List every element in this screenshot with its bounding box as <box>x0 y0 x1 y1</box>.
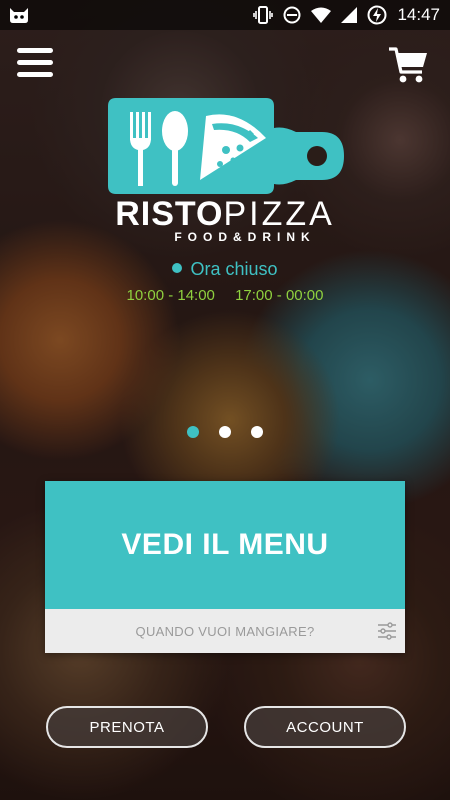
status-dot <box>172 263 183 273</box>
hours-dinner: 17:00 - 00:00 <box>235 287 324 304</box>
brand-tagline: FOOD&DRINK <box>174 230 316 244</box>
when-to-eat-selector[interactable]: QUANDO VUOI MANGIARE? <box>45 609 405 653</box>
when-to-eat-label: QUANDO VUOI MANGIARE? <box>135 623 315 639</box>
carousel-indicator <box>0 426 450 438</box>
status-bar: 14:47 <box>0 0 450 30</box>
brand-name-bold: RISTO <box>115 195 224 233</box>
battery-charging-icon <box>367 5 387 25</box>
ristopizza-logo <box>108 98 344 194</box>
wifi-icon <box>311 7 332 23</box>
shopping-cart-icon[interactable] <box>388 46 428 84</box>
open-status-text: Ora chiuso <box>190 259 278 279</box>
carousel-dot[interactable] <box>251 426 263 438</box>
signal-icon <box>341 7 358 23</box>
carousel-dot[interactable] <box>219 426 231 438</box>
opening-hours: 10:00 - 14:00 17:00 - 00:00 <box>0 287 450 304</box>
cat-icon <box>10 8 28 23</box>
prenota-button[interactable]: PRENOTA <box>46 706 208 748</box>
top-bar <box>0 44 450 88</box>
brand-name: RISTOPIZZA <box>0 196 450 232</box>
hours-lunch: 10:00 - 14:00 <box>126 287 215 304</box>
open-status: Ora chiuso <box>0 259 450 280</box>
hamburger-menu-icon[interactable] <box>17 48 53 80</box>
brand-name-light: PIZZA <box>223 195 335 233</box>
status-time: 14:47 <box>397 5 440 24</box>
ban-icon <box>283 6 301 24</box>
carousel-dot[interactable] <box>187 426 199 438</box>
sliders-icon[interactable] <box>377 621 397 641</box>
menu-card: VEDI IL MENU QUANDO VUOI MANGIARE? <box>45 481 405 653</box>
view-menu-button[interactable]: VEDI IL MENU <box>45 481 405 609</box>
account-button[interactable]: ACCOUNT <box>244 706 406 748</box>
brand-block: RISTOPIZZA FOOD&DRINK <box>0 196 450 244</box>
vibrate-icon <box>253 6 274 24</box>
